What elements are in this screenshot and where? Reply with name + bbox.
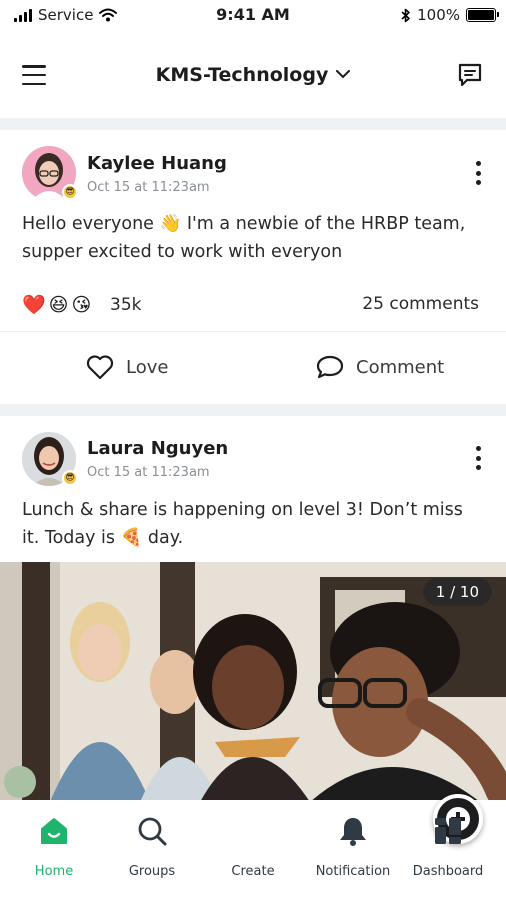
comment-label: Comment [356,356,445,378]
more-options-icon[interactable] [474,446,482,470]
battery-percent: 100% [417,6,460,24]
love-button[interactable]: Love [86,354,168,380]
status-bar: Service 9:41 AM 100% [0,0,506,30]
more-options-icon[interactable] [474,161,482,185]
section-divider [0,404,506,416]
section-divider [0,118,506,130]
tab-label: Notification [315,864,391,879]
chat-icon[interactable] [456,61,484,93]
reactions-row: ❤️ 😆 😘 35k 25 comments [22,290,484,320]
chevron-down-icon [336,67,351,83]
tab-create[interactable]: Create [205,794,483,879]
post-text: Lunch & share is happening on level 3! D… [22,500,463,548]
org-switcher[interactable]: KMS-Technology [0,64,506,86]
home-icon [41,818,67,844]
tab-groups[interactable]: Groups [104,814,200,879]
top-navigation-bar: KMS-Technology [0,30,506,118]
tab-home[interactable]: Home [6,814,102,879]
tab-notification[interactable]: Notification [305,814,401,879]
tab-label: Create [231,864,275,879]
heart-reaction-icon: ❤️ [22,294,46,316]
battery-icon [466,8,499,22]
battery-fill [468,10,494,20]
post-timestamp: Oct 15 at 11:23am [87,465,210,480]
tab-label: Home [34,864,74,879]
comment-icon [316,355,344,379]
photo-counter: 1 / 10 [422,578,492,606]
reaction-icons[interactable]: ❤️ 😆 😘 [22,293,92,317]
bottom-tab-bar: Home Groups Create Notification Dashboar… [0,794,506,900]
org-name: KMS-Technology [155,64,329,86]
bluetooth-icon [401,8,410,22]
tab-dashboard[interactable]: Dashboard [400,814,496,879]
post-author[interactable]: Kaylee Huang [87,153,227,174]
love-label: Love [126,356,169,378]
emoji-badge-icon: 😎 [62,184,78,200]
laugh-reaction-icon: 😆 [48,293,69,316]
post-author[interactable]: Laura Nguyen [87,438,228,459]
tab-label: Groups [128,864,176,879]
comments-count[interactable]: 25 comments [362,294,479,314]
tab-label: Dashboard [412,864,484,879]
post-photo[interactable]: 1 / 10 [0,562,506,802]
search-icon [138,817,167,846]
bell-icon [340,818,366,846]
kiss-reaction-icon: 😘 [71,293,92,316]
emoji-badge-icon: 😎 [62,470,78,486]
status-right: 100% [401,6,499,24]
reaction-count: 35k [110,295,142,315]
post-timestamp: Oct 15 at 11:23am [87,180,210,195]
heart-icon [86,355,114,380]
dashboard-icon [435,818,461,844]
action-separator [0,331,506,332]
comment-button[interactable]: Comment [316,354,444,380]
post-text: Hello everyone 👋 I'm a newbie of the HRB… [22,214,466,262]
